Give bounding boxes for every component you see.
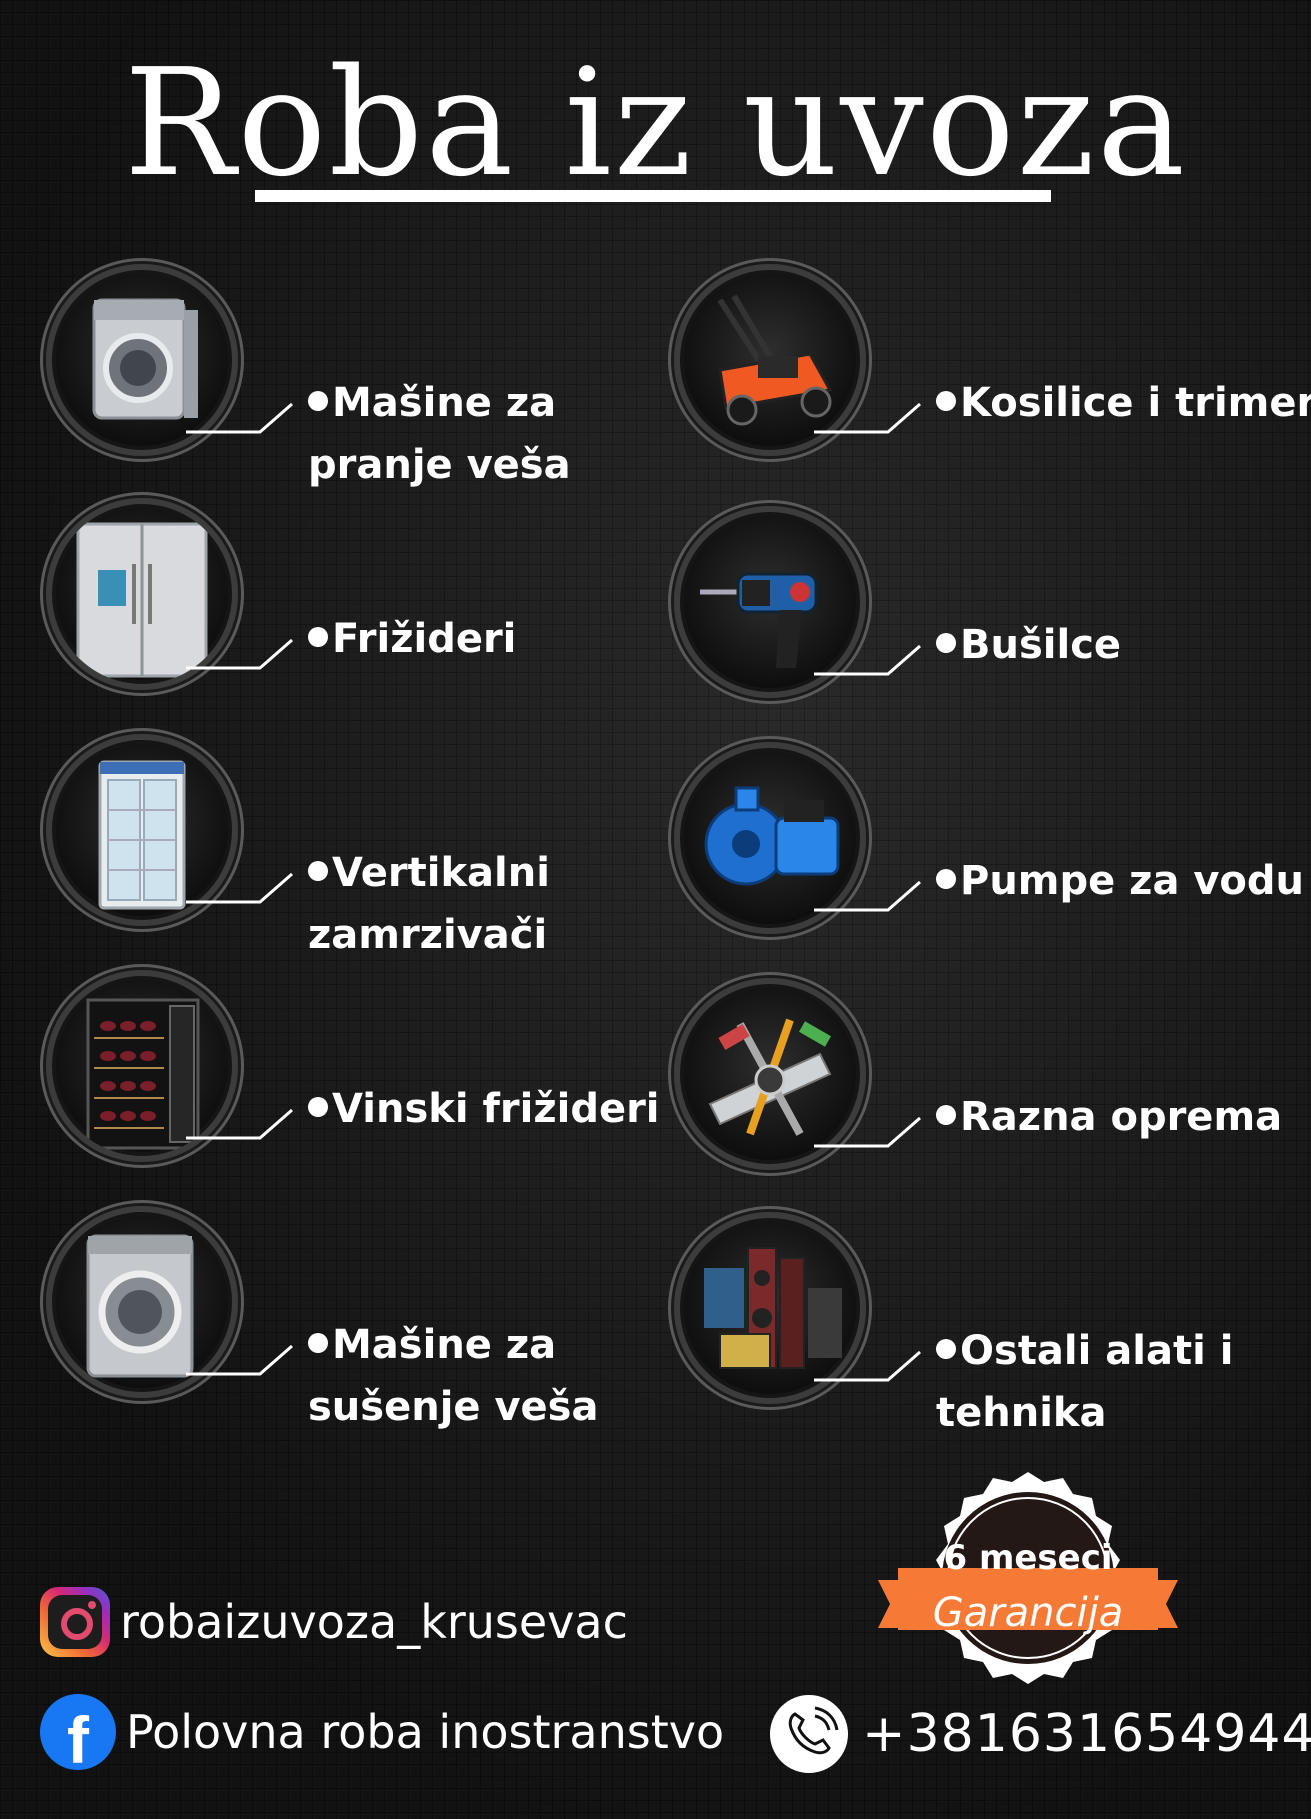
refrigerator-icon <box>46 498 238 690</box>
list-item: Vertikalni zamrzivači <box>46 734 686 958</box>
list-item: Vinski frižideri <box>46 970 686 1190</box>
label: Ostali alati i tehnika <box>936 1328 1234 1436</box>
electronics-icon <box>674 1212 866 1404</box>
phone-icon <box>770 1695 848 1773</box>
water-pump-icon <box>674 742 866 934</box>
tools-icon <box>674 978 866 1170</box>
instagram-handle: robaizuvoza_krusevac <box>120 1595 628 1649</box>
washing-machine-icon <box>46 264 238 456</box>
label: Frižideri <box>308 608 516 670</box>
drill-icon <box>674 506 866 698</box>
page-title: Roba iz uvoza <box>123 37 1188 209</box>
phone-number: +381631654944 <box>862 1704 1311 1764</box>
lawn-mower-icon <box>674 264 866 456</box>
guarantee-badge: 6 meseci Garancija <box>868 1468 1188 1688</box>
wine-fridge-icon <box>46 970 238 1162</box>
label: Mašine za pranje veša <box>308 380 571 488</box>
label: Bušilce <box>936 614 1121 676</box>
list-item: Pumpe za vodu <box>674 742 1311 962</box>
list-item: Mašine za pranje veša <box>46 264 686 488</box>
phone-row[interactable]: +381631654944 <box>770 1692 1311 1776</box>
label: Pumpe za vodu <box>936 850 1304 912</box>
list-item: Kosilice i trimeri <box>674 264 1311 484</box>
instagram-row[interactable]: robaizuvoza_krusevac <box>40 1584 628 1660</box>
facebook-page: Polovna roba inostranstvo <box>126 1705 725 1759</box>
facebook-row[interactable]: f Polovna roba inostranstvo <box>40 1694 724 1770</box>
label: Mašine za sušenje veša <box>308 1322 599 1430</box>
list-item: Mašine za sušenje veša <box>46 1206 686 1430</box>
badge-ribbon-text: Garancija <box>932 1590 1124 1636</box>
badge-duration: 6 meseci <box>943 1538 1113 1578</box>
list-item: Bušilce <box>674 506 1311 726</box>
label: Vertikalni zamrzivači <box>308 850 550 958</box>
dryer-icon <box>46 1206 238 1398</box>
label: Kosilice i trimeri <box>936 372 1311 434</box>
list-item: Ostali alati i tehnika <box>674 1212 1311 1436</box>
label: Razna oprema <box>936 1086 1282 1148</box>
label: Vinski frižideri <box>308 1078 660 1140</box>
instagram-icon <box>40 1587 110 1657</box>
list-item: Frižideri <box>46 498 686 718</box>
vertical-freezer-icon <box>46 734 238 926</box>
list-item: Razna oprema <box>674 978 1311 1198</box>
facebook-icon: f <box>40 1694 116 1770</box>
title-underline <box>255 190 1051 202</box>
